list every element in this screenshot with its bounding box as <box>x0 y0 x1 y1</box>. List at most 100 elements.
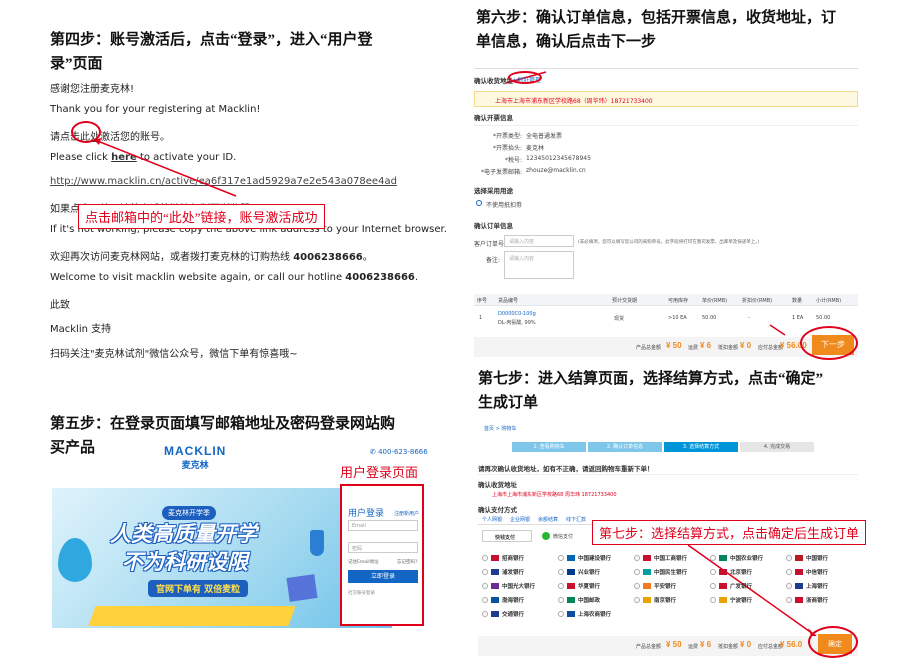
bank-name: 中国银行 <box>806 556 829 562</box>
customer-no-input[interactable]: 请输入内容 <box>504 235 574 247</box>
bank-option[interactable]: 中国民生银行 <box>634 567 694 577</box>
bank-option[interactable]: 华夏银行 <box>558 581 618 591</box>
remark-placeholder: 请输入内容 <box>509 256 535 262</box>
bank-option[interactable]: 交通银行 <box>482 609 542 619</box>
use-title: 选择采用用途 <box>474 187 513 195</box>
th-discount: 折扣价(RMB) <box>742 298 773 304</box>
bank-option[interactable]: 中国农业银行 <box>710 553 770 563</box>
login-form-title: 用户登录 <box>348 509 385 519</box>
bank-grid: 招商银行 中国建设银行 中国工商银行 中国农业银行 中国银行 浦发银行 兴业银行… <box>482 553 858 633</box>
bank-option[interactable]: 宁波银行 <box>710 595 770 605</box>
invoice-header-label: *开票抬头: <box>492 145 522 152</box>
highlight-address-manage <box>508 71 542 84</box>
order-table-header: 序号 货品编号 预计交货期 可用库存 单价(RMB) 折扣价(RMB) 数量 小… <box>474 294 858 306</box>
shipping-value: ¥ 6 <box>700 341 712 350</box>
bank-option[interactable]: 中国工商银行 <box>634 553 694 563</box>
confirm-title: 确认订单信息 <box>474 222 513 230</box>
invoice-email-label: *电子发票邮箱: <box>480 169 522 176</box>
bank-option[interactable]: 兴业银行 <box>558 567 618 577</box>
login-form: 用户登录 注册新用户 Email 密码 记住Email地址 忘记密码? 立即登录… <box>340 484 424 626</box>
bank-option[interactable]: 中国邮政 <box>558 595 618 605</box>
tab-corporate-bank[interactable]: 企业网银 <box>510 516 530 523</box>
remark-textarea[interactable]: 请输入内容 <box>504 251 574 279</box>
td-discount: - <box>748 315 750 321</box>
logo-cn: 麦克林 <box>181 461 209 471</box>
bank-name: 交通银行 <box>502 612 525 618</box>
bank-option[interactable]: 中国银行 <box>786 553 846 563</box>
breadcrumb-home[interactable]: 首页 <box>484 426 494 432</box>
bank-name: 浦发银行 <box>502 570 525 576</box>
banner-box-icon <box>286 574 318 602</box>
tab-personal-bank[interactable]: 个人网银 <box>482 516 502 523</box>
order-confirm-screenshot: 确认收货地址 +地址管理 上海市上海市浦东新区学校路68（周华玮）1872173… <box>474 68 858 360</box>
method-wechat[interactable]: 微信支付 <box>540 530 590 542</box>
tax-id-label: *税号: <box>504 157 522 164</box>
login-button[interactable]: 立即登录 <box>348 570 418 583</box>
checkout-summary-bar: 产品总金额 ¥ 50 运费 ¥ 6 抵扣金额 ¥ 0 应付总金额 ¥ 56.0 <box>478 636 858 656</box>
password-field[interactable]: 密码 <box>348 542 418 553</box>
email-field[interactable]: Email <box>348 520 418 531</box>
th-item: 货品编号 <box>498 298 519 304</box>
bank-name: 华夏银行 <box>578 584 601 590</box>
checkout-notice: 请再次确认收货地址，如有不正确，请返回购物车重新下单！ <box>478 465 654 473</box>
bank-option[interactable]: 广发银行 <box>710 581 770 591</box>
bank-option[interactable]: 上海农商银行 <box>558 609 618 619</box>
tab-offline[interactable]: 线下汇款 <box>566 516 586 523</box>
bank-name: 中国工商银行 <box>654 556 688 562</box>
annotation-pay: 第七步：选择结算方式，点击确定后生成订单 <box>592 520 867 545</box>
remember-email[interactable]: 记住Email地址 <box>348 559 379 565</box>
co-product-total-num: 50 <box>672 640 682 649</box>
co-shipping-num: 6 <box>706 640 712 649</box>
logo-en: MACKLIN <box>164 444 227 458</box>
invoice-title: 确认开票信息 <box>474 114 513 122</box>
customer-no-placeholder: 请输入内容 <box>509 239 535 245</box>
breadcrumb-cart[interactable]: 购物车 <box>501 426 516 432</box>
td-price: 50.00 <box>702 315 717 321</box>
bank-name: 招商银行 <box>502 556 525 562</box>
co-discount-num: 0 <box>746 640 752 649</box>
step7-heading-line2: 生成订单 <box>478 395 539 411</box>
use-option: 不使用抵扣劵 <box>486 202 523 209</box>
td-qty: 1 EA <box>792 315 804 321</box>
bank-option[interactable]: 中信银行 <box>786 567 846 577</box>
bank-option[interactable]: 北京银行 <box>710 567 770 577</box>
discount-label: 抵扣金额 <box>718 345 739 351</box>
method-kuaiqian[interactable]: 快钱支付 <box>482 530 532 542</box>
td-item[interactable]: D0000C0-100g <box>498 311 536 317</box>
product-total-label: 产品总金额 <box>636 345 662 351</box>
use-radio[interactable] <box>476 200 482 206</box>
social-login[interactable]: 社交账号登录 <box>348 590 375 596</box>
macklin-logo: MACKLIN 麦克林 <box>164 444 226 471</box>
bank-option[interactable]: 招商银行 <box>482 553 542 563</box>
login-page-preview: MACKLIN 麦克林 ✆ 400-623-8666 用户登录页面 麦克林开学季… <box>52 440 428 630</box>
phone-number: ✆ 400-623-8666 <box>370 448 428 456</box>
step6-heading: 第六步：确认订单信息，包括开票信息，收货地址，订 单信息，确认后点击下一步 <box>476 6 886 54</box>
progress-step-3: 3. 选择结算方式 <box>664 442 738 452</box>
bank-option[interactable]: 中国建设银行 <box>558 553 618 563</box>
co-discount-label: 抵扣金额 <box>718 644 739 650</box>
td-product-name: DL-丙氨酸, 99% <box>498 320 536 326</box>
bank-option[interactable]: 渤海银行 <box>482 595 542 605</box>
annotation-activate: 点击邮箱中的“此处”链接，账号激活成功 <box>78 204 325 229</box>
step7-heading: 第七步：进入结算页面，选择结算方式，点击“确定” 生成订单 <box>478 367 888 415</box>
bank-option[interactable]: 上海银行 <box>786 581 846 591</box>
bank-name: 浙商银行 <box>806 598 829 604</box>
highlight-confirm-button <box>808 626 858 658</box>
th-delivery: 预计交货期 <box>612 298 638 304</box>
bank-name: 上海农商银行 <box>578 612 612 618</box>
bank-name: 中国农业银行 <box>730 556 764 562</box>
tab-balance[interactable]: 余额结算 <box>538 516 558 523</box>
bank-option[interactable]: 浦发银行 <box>482 567 542 577</box>
breadcrumb: 首页 > 购物车 <box>484 426 517 432</box>
bank-option[interactable]: 中国光大银行 <box>482 581 542 591</box>
invoice-type-label: *开票类型: <box>492 133 522 140</box>
product-total-num: 50 <box>672 341 682 350</box>
bank-option[interactable]: 平安银行 <box>634 581 694 591</box>
bank-option[interactable]: 浙商银行 <box>786 595 846 605</box>
bank-option[interactable]: 南京银行 <box>634 595 694 605</box>
highlight-next-button <box>800 326 858 360</box>
invoice-type-value: 全电普通发票 <box>526 133 563 140</box>
forgot-password[interactable]: 忘记密码? <box>397 559 417 565</box>
register-link[interactable]: 注册新用户 <box>394 510 419 517</box>
shipping-label: 运费 <box>688 345 699 351</box>
